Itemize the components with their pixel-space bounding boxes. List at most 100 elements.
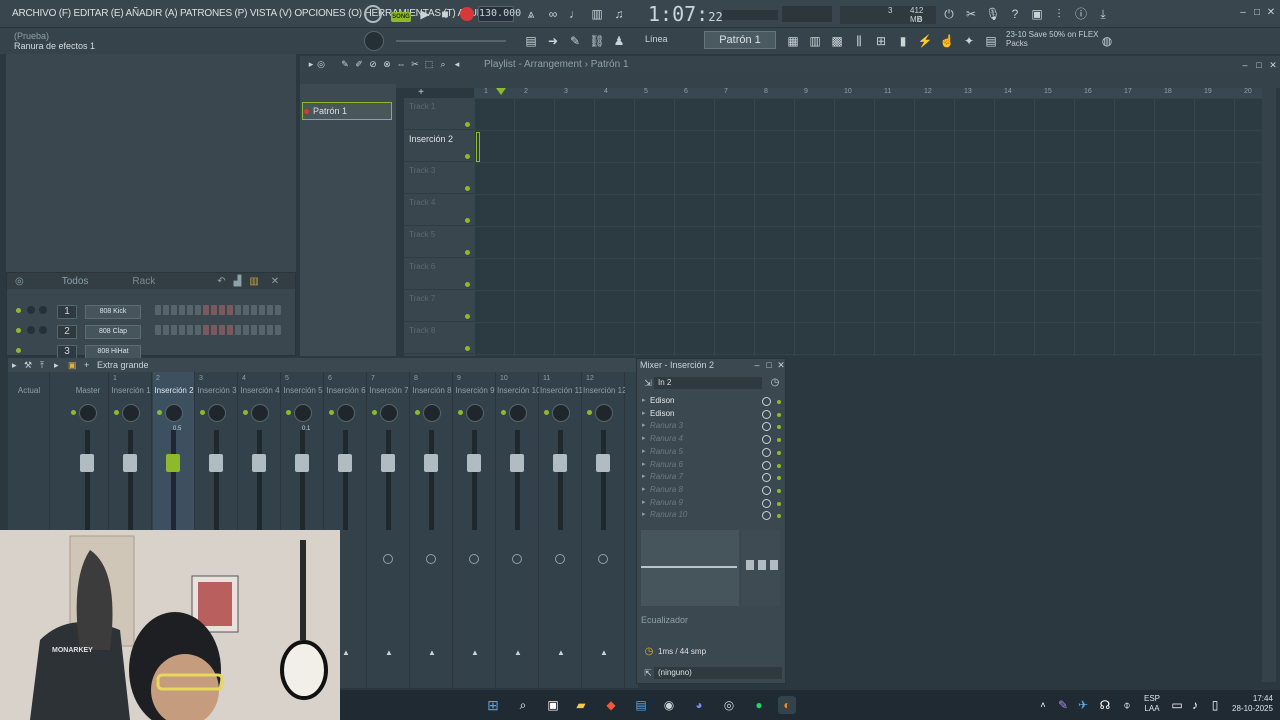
tempo-field[interactable]: 130.000	[478, 6, 521, 22]
brush-icon[interactable]: ✎	[566, 32, 584, 50]
track-header[interactable]: Track 1	[404, 98, 474, 130]
channel-name-button[interactable]: 808 Kick	[85, 305, 141, 319]
volume-fader[interactable]	[166, 454, 180, 472]
channel-mixer-track[interactable]: 1	[57, 305, 77, 319]
volume-fader[interactable]	[467, 454, 481, 472]
slot-expand-icon[interactable]: ▸	[642, 421, 646, 429]
audio-clip[interactable]	[476, 132, 480, 162]
route-arrow-icon[interactable]: ▲	[342, 648, 350, 657]
effect-slot[interactable]: ▸ Ranura 9	[640, 497, 784, 510]
track-header[interactable]: Track 8	[404, 322, 474, 354]
mixer-upload-icon[interactable]: ⤒	[40, 360, 44, 371]
slot-expand-icon[interactable]: ▸	[642, 510, 646, 518]
track-enable-led[interactable]	[465, 346, 470, 351]
slot-expand-icon[interactable]: ▸	[642, 396, 646, 404]
record-icon[interactable]	[460, 7, 474, 21]
mixer-view-icon[interactable]: ⫼	[850, 32, 868, 50]
volume-icon[interactable]: ♪	[1186, 696, 1204, 714]
strip-enable-led[interactable]	[544, 410, 549, 415]
slot-enable-led[interactable]	[777, 488, 781, 493]
slot-mix-knob[interactable]	[762, 485, 771, 495]
pan-knob[interactable]	[509, 404, 527, 422]
slot-mix-knob[interactable]	[762, 460, 771, 470]
playhead-marker[interactable]	[496, 88, 506, 95]
search-icon[interactable]: ⌕	[514, 696, 532, 714]
channel-pan-knob[interactable]	[27, 306, 35, 314]
route-arrow-icon[interactable]: ▲	[514, 648, 522, 657]
volume-fader[interactable]	[252, 454, 266, 472]
slot-mix-knob[interactable]	[762, 422, 771, 432]
channel-enable-led[interactable]	[16, 328, 21, 333]
route-arrow-icon[interactable]: ▲	[600, 648, 608, 657]
pan-knob[interactable]	[466, 404, 484, 422]
photos-icon[interactable]: ▤	[632, 696, 650, 714]
slot-enable-led[interactable]	[777, 425, 781, 430]
cut-icon[interactable]: ✂	[962, 5, 980, 23]
close-icon[interactable]: ✕	[1262, 4, 1280, 22]
output-select[interactable]: (ninguno)	[654, 667, 782, 679]
arm-record-button[interactable]	[555, 554, 565, 564]
effect-slot[interactable]: ▸ Ranura 4	[640, 433, 784, 446]
plug-icon[interactable]: ⚡	[916, 32, 934, 50]
volume-fader[interactable]	[424, 454, 438, 472]
slot-mix-knob[interactable]	[762, 511, 771, 521]
track-enable-led[interactable]	[465, 154, 470, 159]
pan-knob[interactable]	[208, 404, 226, 422]
strip-enable-led[interactable]	[587, 410, 592, 415]
pan-knob[interactable]	[423, 404, 441, 422]
channel-volume-knob[interactable]	[39, 306, 47, 314]
master-pitch-slider[interactable]	[396, 40, 506, 42]
mixer-next-icon[interactable]: ▸	[54, 360, 59, 371]
slot-enable-led[interactable]	[777, 400, 781, 404]
track-enable-led[interactable]	[465, 250, 470, 255]
slot-expand-icon[interactable]: ▸	[642, 498, 646, 506]
metronome-icon[interactable]: ⩓	[522, 5, 540, 23]
slot-expand-icon[interactable]: ▸	[642, 434, 646, 442]
eq-low-fader[interactable]	[746, 560, 754, 570]
strip-enable-led[interactable]	[329, 410, 334, 415]
news-panel[interactable]: 23-10 Save 50% on FLEX Packs	[1006, 30, 1099, 48]
piano-icon[interactable]: ▤	[522, 32, 540, 50]
record-mode-icon[interactable]	[364, 5, 382, 23]
pan-knob[interactable]	[122, 404, 140, 422]
battery-icon[interactable]: ▯	[1206, 696, 1224, 714]
track-enable-led[interactable]	[465, 218, 470, 223]
eq-graph[interactable]	[641, 530, 739, 606]
volume-fader[interactable]	[209, 454, 223, 472]
task-view-icon[interactable]: ▣	[544, 696, 562, 714]
windows-start-icon[interactable]: ⊞	[484, 696, 502, 714]
rack-graph-icon[interactable]: ▟	[234, 276, 242, 287]
pan-knob[interactable]	[165, 404, 183, 422]
mixer-strip[interactable]: 12 Inserción 12 ▲	[583, 372, 625, 688]
mixer-strip[interactable]: 9 Inserción 9 ▲	[454, 372, 496, 688]
pan-knob[interactable]	[337, 404, 355, 422]
insert-clock-icon[interactable]: ◷	[766, 374, 784, 392]
channel-mixer-track[interactable]: 2	[57, 325, 77, 339]
arm-record-button[interactable]	[598, 554, 608, 564]
slot-expand-icon[interactable]: ▸	[642, 472, 646, 480]
volume-fader[interactable]	[80, 454, 94, 472]
obs-icon[interactable]: ◎	[720, 696, 738, 714]
help-icon[interactable]: ?	[1006, 5, 1024, 23]
brave-browser-icon[interactable]: ◆	[602, 696, 620, 714]
track-header[interactable]: Track 4	[404, 194, 474, 226]
rack-filter-select[interactable]: Todos	[62, 276, 89, 287]
mixer-menu-arrow-icon[interactable]: ▸	[12, 360, 17, 371]
file-explorer-icon[interactable]: ▰	[572, 696, 590, 714]
effect-slot[interactable]: ▸ Edison	[640, 408, 784, 421]
power-icon[interactable]: ⏻	[940, 5, 958, 23]
effect-slot[interactable]: ▸ Ranura 7	[640, 471, 784, 484]
pan-knob[interactable]	[294, 404, 312, 422]
route-arrow-icon[interactable]: ▲	[385, 648, 393, 657]
pan-knob[interactable]	[380, 404, 398, 422]
pattern-clip-item[interactable]: Patrón 1	[302, 102, 392, 120]
track-header[interactable]: Track 7	[404, 290, 474, 322]
steam-icon[interactable]: ◉	[660, 696, 678, 714]
channel-mixer-track[interactable]: 3	[57, 345, 77, 359]
timeline-ruler[interactable]: 1 2 3 4 5 6 7 8 9 10 11 12 13 14 15 16 17 18 19 20	[474, 88, 1262, 98]
mixer-strip[interactable]: 10 Inserción 10 ▲	[497, 372, 539, 688]
step-sequencer[interactable]	[155, 305, 281, 315]
pan-knob[interactable]	[79, 404, 97, 422]
effect-slot[interactable]: ▸ Ranura 6	[640, 459, 784, 472]
track-enable-led[interactable]	[465, 186, 470, 191]
